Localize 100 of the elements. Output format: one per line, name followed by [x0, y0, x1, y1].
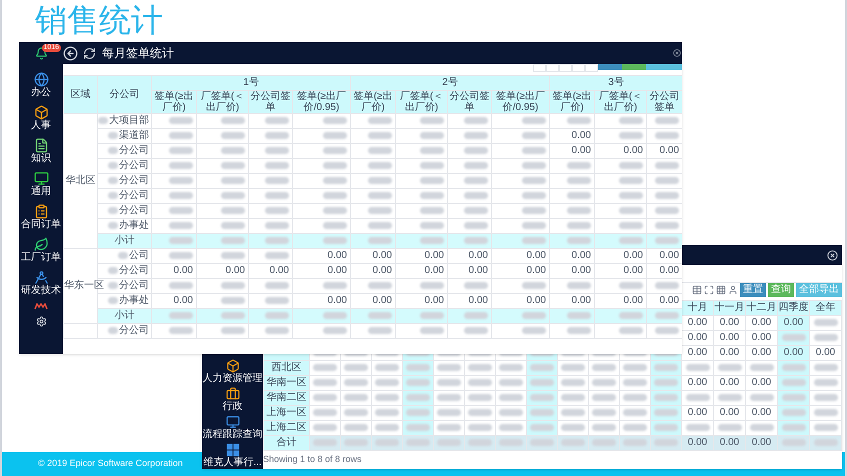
blurred-value [169, 132, 193, 139]
blurred-value [522, 222, 546, 229]
blurred-value [313, 408, 337, 416]
blurred-value [561, 394, 585, 401]
table-cell: 0.00 [784, 347, 804, 358]
table-cell: 0.00 [624, 265, 643, 276]
blurred-value [464, 282, 488, 289]
table-cell: 0.00 [526, 250, 546, 261]
blurred-value [313, 378, 337, 386]
blurred-value [522, 176, 546, 184]
blurred-value [530, 364, 554, 371]
blurred-value [265, 116, 289, 124]
column-group-header: 1号 [152, 76, 350, 90]
blurred-value [323, 326, 347, 334]
blurred-value [406, 394, 430, 401]
table-cell: 0.00 [688, 407, 708, 418]
blurred-value [406, 364, 430, 371]
blurred-value [221, 312, 245, 319]
settings-icon[interactable] [36, 316, 46, 327]
sidebar-item[interactable]: 工厂订单 [21, 237, 61, 264]
slide-title: 销售统计 [35, 2, 163, 38]
blurred-value [437, 364, 461, 371]
blurred-value [169, 252, 193, 259]
blurred-value [522, 206, 546, 214]
blurred-value [406, 424, 430, 431]
table-icon[interactable] [692, 285, 702, 295]
branch-name: 公司 [129, 250, 149, 262]
blurred-value [499, 408, 523, 416]
table-cell: 0.00 [424, 250, 444, 261]
blurred-value [344, 378, 368, 386]
blurred-value [169, 206, 193, 214]
blurred-value [782, 394, 806, 401]
sidebar-item[interactable]: 行政 [202, 385, 263, 413]
table-cell: 0.00 [720, 332, 740, 343]
column-header: 厂签单(＜出厂价) [196, 90, 248, 114]
blurred-value [368, 162, 392, 169]
blurred-value [375, 378, 399, 386]
column-header: 厂签单(＜出厂价) [396, 90, 448, 114]
blurred-value [499, 394, 523, 401]
table-cell: 0.00 [372, 250, 392, 261]
blurred-value [623, 394, 647, 401]
blurred-value [375, 364, 399, 371]
blurred-value [169, 176, 193, 184]
blurred-value [782, 408, 806, 416]
toolbar-button[interactable]: 重置 [740, 283, 766, 297]
sidebar-item[interactable]: 合同订单 [21, 204, 61, 231]
back-icon[interactable] [63, 46, 78, 60]
table-cell: 0.00 [468, 250, 488, 261]
column-header: 区域 [64, 76, 98, 114]
blurred-value [592, 424, 616, 431]
user-icon[interactable] [728, 285, 738, 295]
sidebar-item[interactable]: 人力资源管理 [202, 357, 263, 385]
region-label: 华北区 [66, 175, 96, 186]
sidebar-item[interactable]: 通用 [31, 171, 51, 198]
columns-icon[interactable] [716, 285, 726, 295]
table-cell: 0.00 [624, 295, 643, 306]
column-group-header: 3号 [550, 76, 682, 90]
branch-name: 分公司 [119, 174, 149, 187]
branch-name: 分公司 [119, 204, 149, 217]
table-cell: 0.00 [660, 145, 680, 156]
fullscreen-icon[interactable] [704, 285, 714, 295]
table-cell: 0.00 [660, 265, 680, 276]
close-icon[interactable] [827, 250, 838, 260]
blurred-value [221, 296, 245, 304]
column-header: 十月 [688, 302, 708, 313]
blurred-value [567, 312, 591, 319]
sidebar-item[interactable]: 流程跟踪查询 [202, 413, 263, 441]
blurred-value [623, 408, 647, 416]
blurred-value [420, 326, 444, 334]
blurred-value [567, 176, 591, 184]
blurred-value [464, 236, 488, 244]
blurred-value [265, 282, 289, 289]
blurred-value [814, 364, 838, 371]
table-cell: 0.00 [424, 295, 444, 306]
blurred-value [814, 318, 838, 326]
blurred-value [522, 236, 546, 244]
table-cell: 0.00 [688, 347, 708, 358]
blurred-value [265, 132, 289, 139]
blurred-value [499, 378, 523, 386]
blurred-value [323, 312, 347, 319]
wave-icon[interactable] [34, 303, 48, 310]
blurred-value [368, 146, 392, 154]
table-cell: 0.00 [424, 265, 444, 276]
refresh-icon[interactable] [83, 46, 96, 60]
branch-name: 分公司 [119, 264, 149, 277]
sidebar-item[interactable]: 人事 [31, 105, 51, 132]
blurred-value [344, 364, 368, 371]
table-cell: 0.00 [526, 265, 546, 276]
subtotal-label: 小计 [114, 310, 134, 322]
column-header: 厂签单(＜出厂价) [594, 90, 646, 114]
sidebar-item[interactable]: 维克人事行... [202, 441, 263, 469]
table-cell: 0.00 [468, 265, 488, 276]
sidebar-item[interactable]: 知识 [31, 138, 51, 165]
blurred-value [654, 378, 678, 386]
close-icon[interactable] [673, 49, 681, 57]
blurred-value [221, 326, 245, 334]
table-cell: 0.00 [572, 250, 591, 261]
sidebar-item[interactable]: 研发技术 [21, 270, 61, 297]
blurred-value [420, 206, 444, 214]
sidebar-item[interactable]: 办公 [31, 72, 51, 99]
